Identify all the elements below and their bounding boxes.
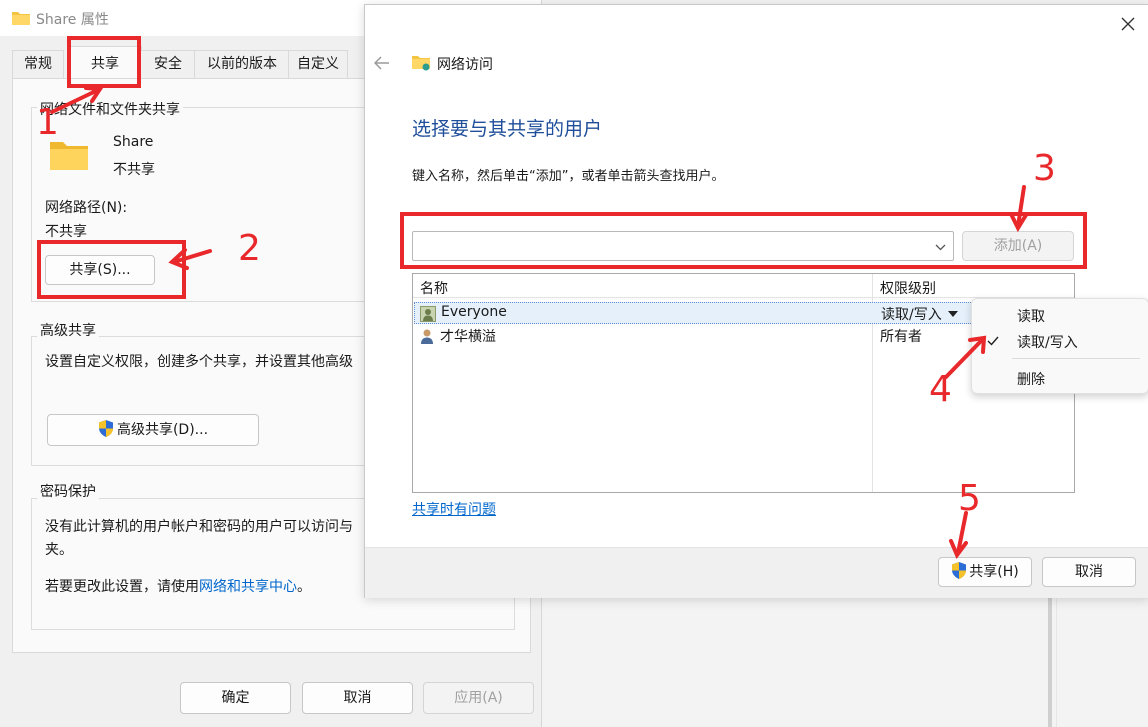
- folder-icon: [11, 10, 31, 30]
- change-setting-prefix: 若要更改此设置，请使用: [45, 579, 199, 595]
- cancel-button[interactable]: 取消: [302, 682, 413, 714]
- column-permission[interactable]: 权限级别: [880, 278, 936, 298]
- properties-title: Share 属性: [36, 12, 109, 28]
- background-scrollbar: [1048, 590, 1052, 727]
- apply-button[interactable]: 应用(A): [423, 682, 534, 714]
- background-divider: [1056, 590, 1057, 727]
- annotation-number-1: 1: [36, 102, 59, 143]
- permission-value: 读取/写入: [881, 307, 942, 323]
- annotation-number-3: 3: [1033, 148, 1056, 189]
- annotation-box-add-user: [400, 212, 1087, 269]
- permission-value: 所有者: [880, 329, 922, 345]
- password-protection-line2: 夹。: [45, 542, 73, 558]
- annotation-number-2: 2: [238, 228, 261, 269]
- advanced-sharing-description: 设置自定义权限，创建多个共享，并设置其他高级: [45, 354, 353, 370]
- tab-general[interactable]: 常规: [12, 50, 64, 78]
- checkmark-icon: [987, 335, 999, 350]
- close-icon[interactable]: [1121, 17, 1135, 35]
- permission-dropdown[interactable]: 读取/写入: [881, 304, 958, 324]
- advanced-sharing-label: 高级共享: [37, 320, 99, 340]
- advanced-sharing-button[interactable]: 高级共享(D)...: [47, 414, 259, 446]
- folder-large-icon: [49, 139, 89, 175]
- share-cancel-button[interactable]: 取消: [1042, 557, 1136, 587]
- tab-customize[interactable]: 自定义: [288, 50, 348, 78]
- share-confirm-label: 共享(H): [969, 564, 1019, 580]
- share-confirm-button[interactable]: 共享(H): [938, 557, 1032, 587]
- annotation-box-sharing-tab: [67, 36, 141, 88]
- list-header: 名称 权限级别: [413, 274, 1074, 298]
- annotation-number-4: 4: [929, 369, 952, 410]
- change-setting-suffix: 。: [297, 579, 311, 595]
- folder-name: Share: [113, 134, 154, 150]
- password-protection-line3: 若要更改此设置，请使用网络和共享中心。: [45, 576, 311, 596]
- permission-context-menu: 读取 读取/写入 删除: [971, 298, 1148, 394]
- folder-share-status: 不共享: [113, 162, 155, 178]
- tab-security[interactable]: 安全: [140, 50, 196, 78]
- menu-item-read-write[interactable]: 读取/写入: [1017, 332, 1078, 352]
- dialog-instruction: 键入名称，然后单击“添加”，或者单击箭头查找用户。: [412, 169, 725, 184]
- password-protection-line1: 没有此计算机的用户帐户和密码的用户可以访问与: [45, 519, 353, 535]
- uac-shield-icon: [98, 418, 114, 448]
- advanced-sharing-button-label: 高级共享(D)...: [116, 422, 209, 438]
- annotation-box-share-button: [37, 240, 186, 299]
- sharing-trouble-link[interactable]: 共享时有问题: [412, 499, 496, 519]
- uac-shield-icon: [951, 561, 967, 589]
- ok-button[interactable]: 确定: [180, 682, 291, 714]
- user-name: 才华横溢: [440, 329, 496, 345]
- network-path-value: 不共享: [45, 224, 87, 240]
- network-folder-icon: [411, 54, 431, 76]
- tab-previous-versions[interactable]: 以前的版本: [194, 50, 290, 78]
- caret-down-icon: [947, 305, 958, 321]
- dialog-header-title: 网络访问: [437, 57, 493, 73]
- user-icon: [419, 328, 435, 348]
- menu-item-read[interactable]: 读取: [1017, 306, 1045, 326]
- user-name: Everyone: [441, 304, 507, 320]
- network-path-label: 网络路径(N):: [45, 200, 128, 216]
- dialog-heading: 选择要与其共享的用户: [412, 118, 603, 140]
- menu-separator: [1012, 358, 1140, 359]
- network-sharing-center-link[interactable]: 网络和共享中心: [199, 579, 297, 595]
- menu-item-remove[interactable]: 删除: [1017, 369, 1045, 389]
- password-protection-label: 密码保护: [37, 481, 99, 501]
- annotation-number-5: 5: [958, 478, 981, 519]
- column-name[interactable]: 名称: [420, 278, 448, 298]
- back-arrow-icon[interactable]: [373, 56, 390, 74]
- group-user-icon: [420, 306, 436, 326]
